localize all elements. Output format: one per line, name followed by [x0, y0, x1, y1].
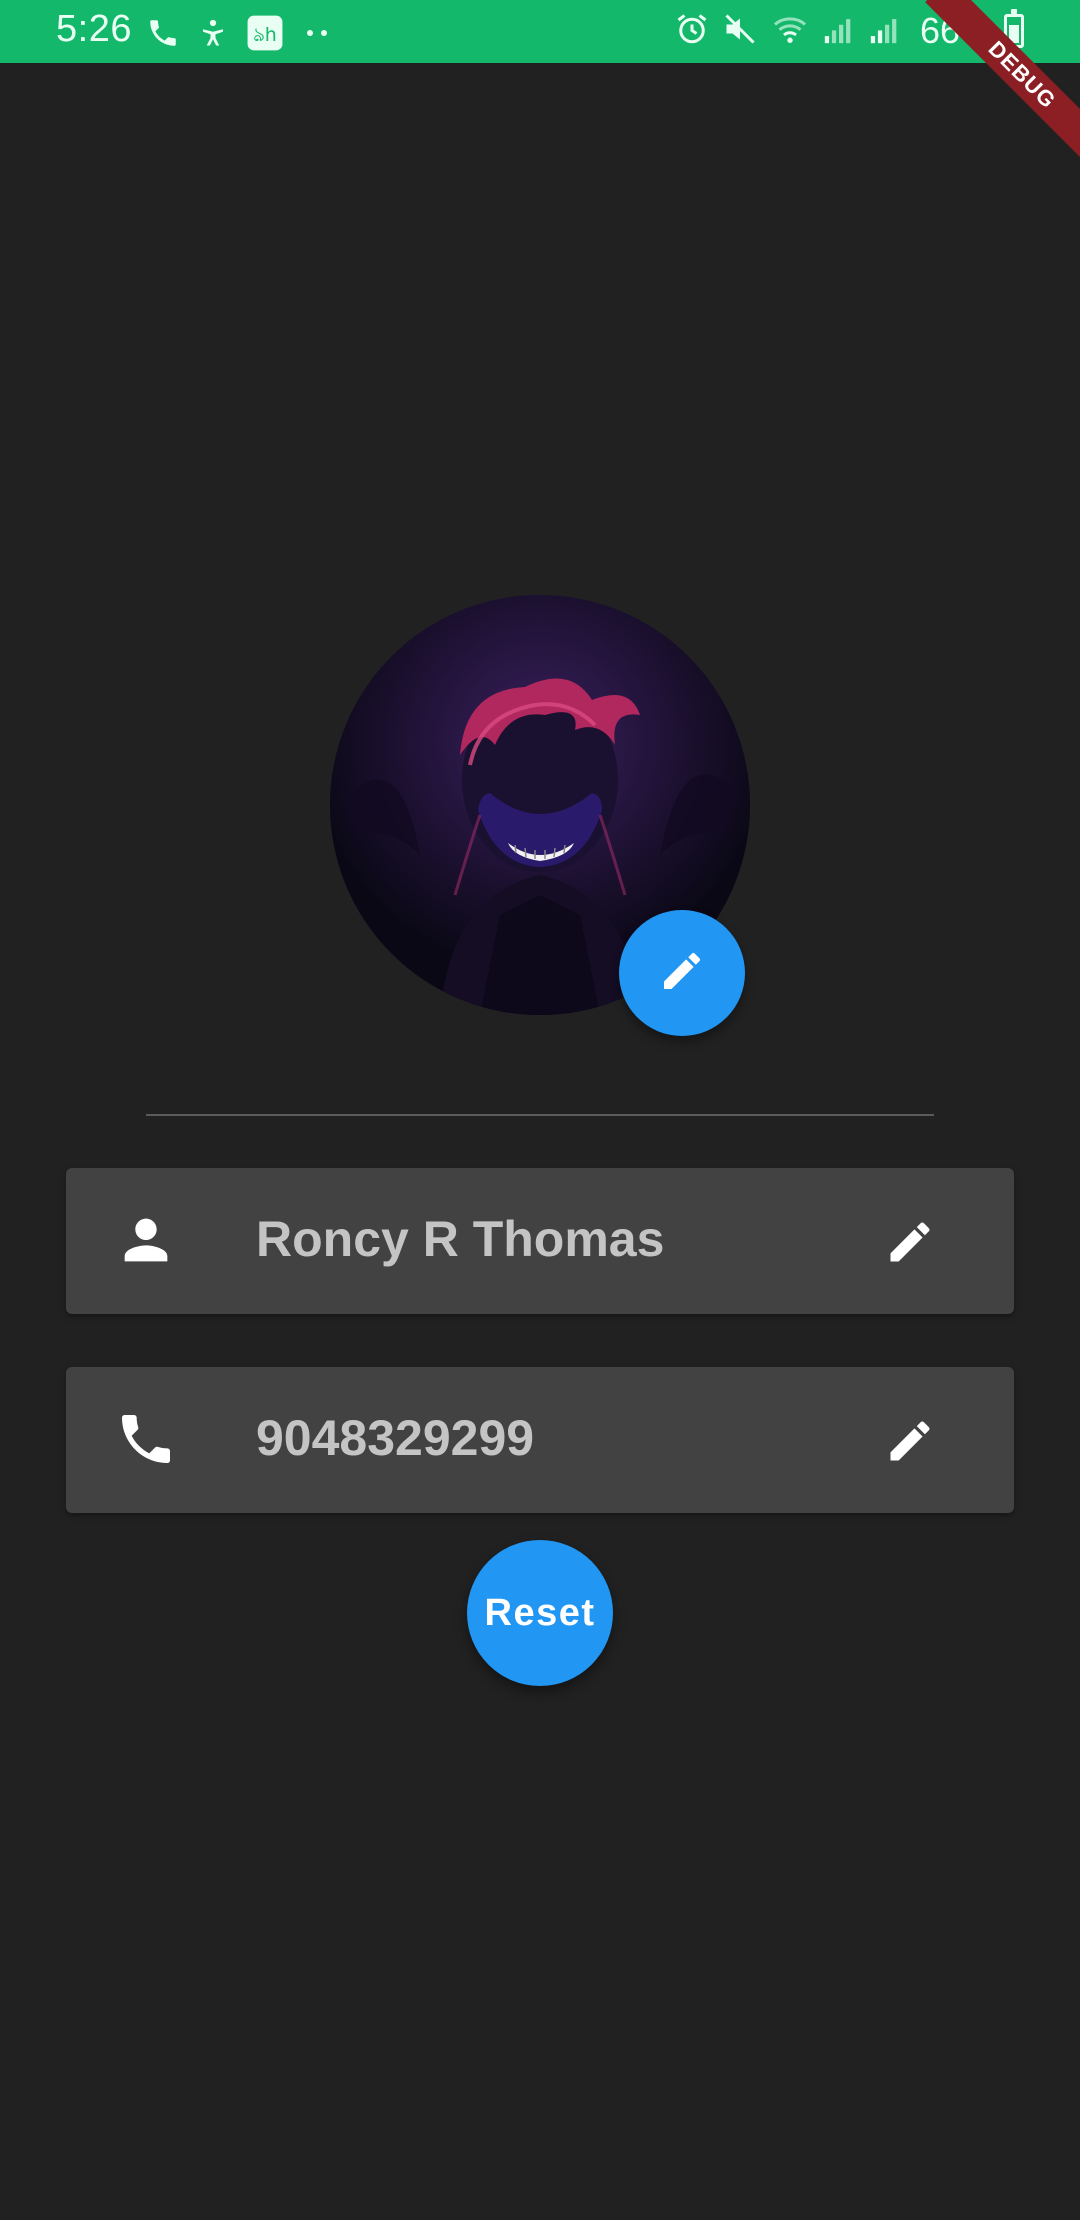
more-dots-icon — [302, 23, 332, 48]
status-bar: 5:26 ঌh 66% — [0, 0, 1080, 63]
phone-card: 9048329299 — [66, 1367, 1014, 1513]
reset-button[interactable]: Reset — [467, 1540, 613, 1686]
call-icon — [146, 16, 180, 55]
edit-pencil-icon — [884, 1222, 936, 1272]
mute-icon — [722, 11, 758, 52]
edit-avatar-button[interactable] — [619, 910, 745, 1036]
name-value: Roncy R Thomas — [256, 1211, 665, 1267]
app-icon: ঌh — [246, 14, 284, 57]
accessibility-icon — [198, 16, 228, 55]
divider — [146, 1114, 934, 1116]
phone-value: 9048329299 — [256, 1410, 535, 1466]
signal-icon — [868, 12, 902, 51]
wifi-icon — [770, 11, 810, 52]
edit-name-button[interactable] — [884, 1216, 936, 1268]
status-time: 5:26 — [56, 8, 132, 50]
edit-phone-button[interactable] — [884, 1415, 936, 1467]
svg-text:ঌh: ঌh — [253, 24, 276, 46]
edit-pencil-icon — [884, 1421, 936, 1471]
person-icon — [114, 1208, 178, 1272]
signal-icon — [822, 12, 856, 51]
profile-avatar-wrap — [330, 595, 750, 1036]
name-card: Roncy R Thomas — [66, 1168, 1014, 1314]
edit-pencil-icon — [658, 947, 706, 1000]
alarm-icon — [674, 11, 710, 52]
status-left-icons: ঌh — [146, 14, 332, 57]
phone-icon — [114, 1407, 178, 1471]
